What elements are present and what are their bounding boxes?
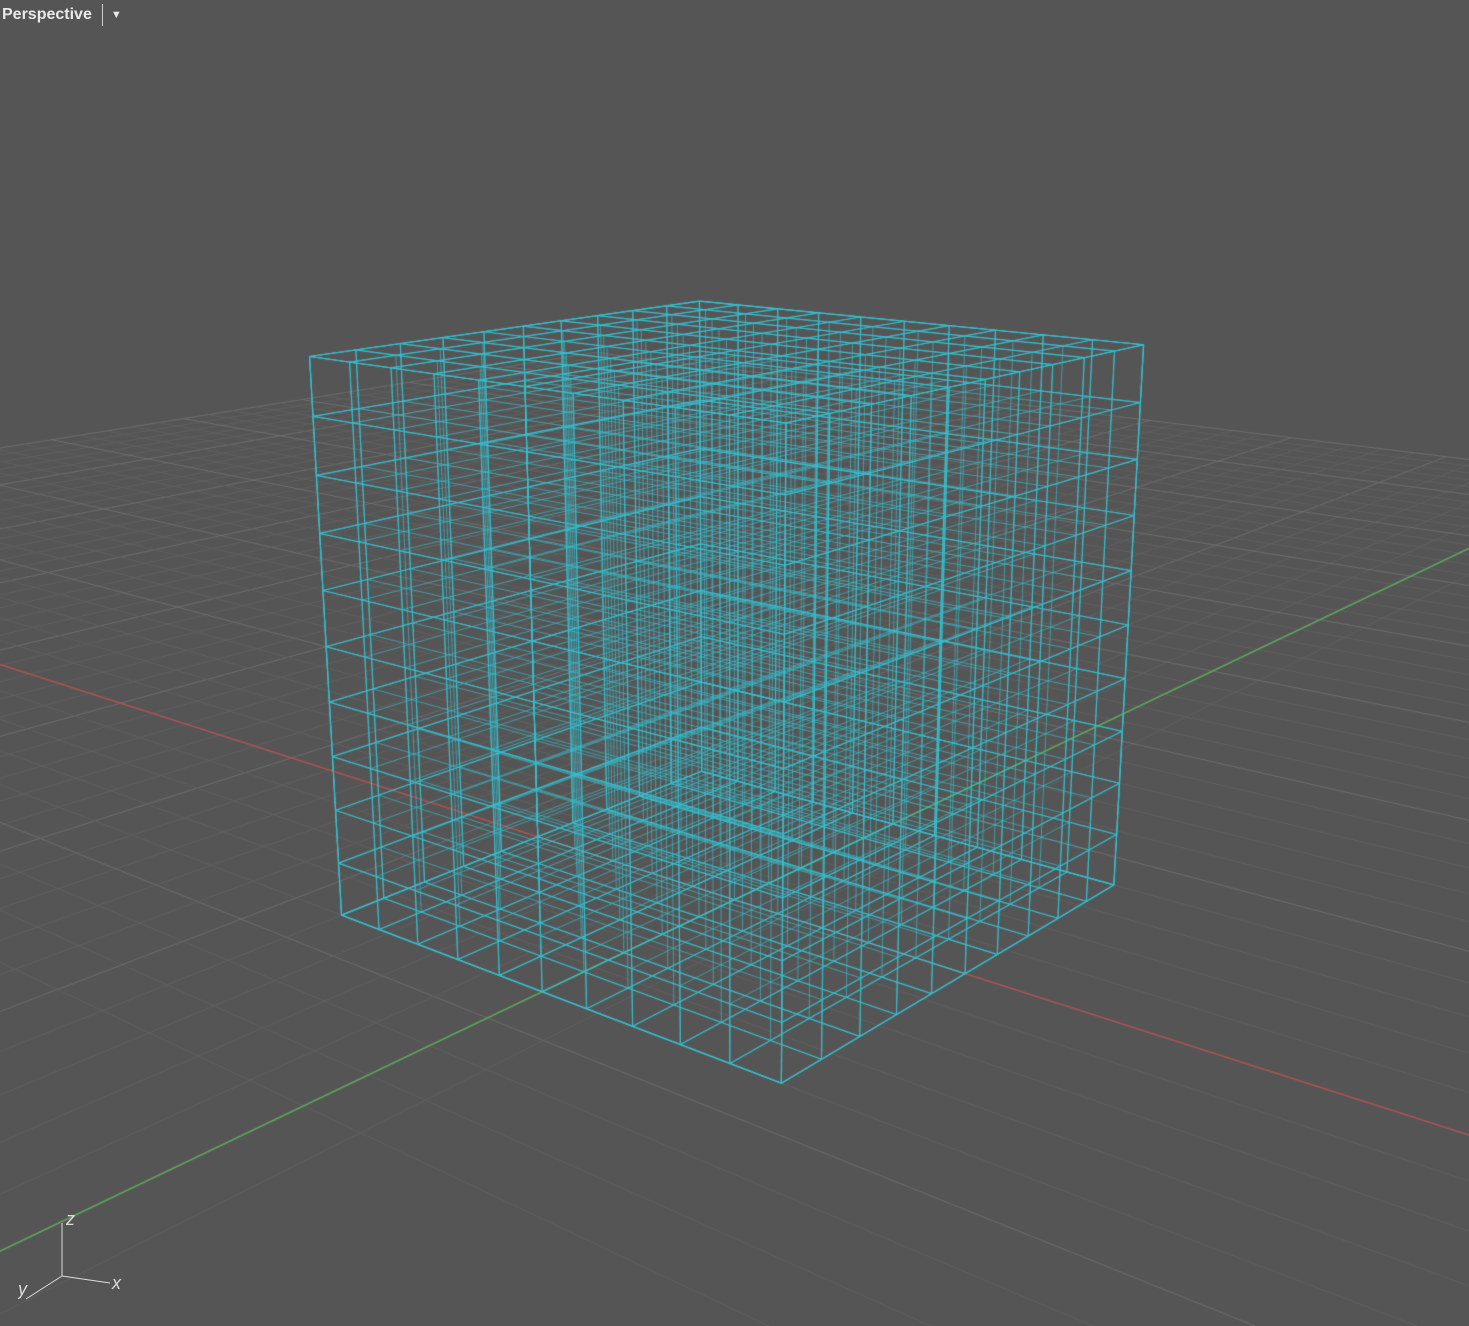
gizmo-x-axis bbox=[62, 1276, 110, 1283]
viewport-label-separator bbox=[102, 4, 103, 26]
viewport-canvas[interactable] bbox=[0, 0, 1469, 1326]
axis-gizmo[interactable]: z x y bbox=[18, 1213, 128, 1308]
gizmo-x-label: x bbox=[111, 1273, 122, 1293]
viewport-label-bar: Perspective ▼ bbox=[0, 0, 128, 30]
viewport-title[interactable]: Perspective bbox=[0, 4, 100, 26]
gizmo-z-label: z bbox=[65, 1213, 75, 1229]
gizmo-y-label: y bbox=[18, 1279, 28, 1299]
gizmo-y-axis bbox=[26, 1276, 62, 1299]
viewport-menu-chevron-icon[interactable]: ▼ bbox=[105, 7, 128, 23]
viewport[interactable]: Perspective ▼ z x y bbox=[0, 0, 1469, 1326]
